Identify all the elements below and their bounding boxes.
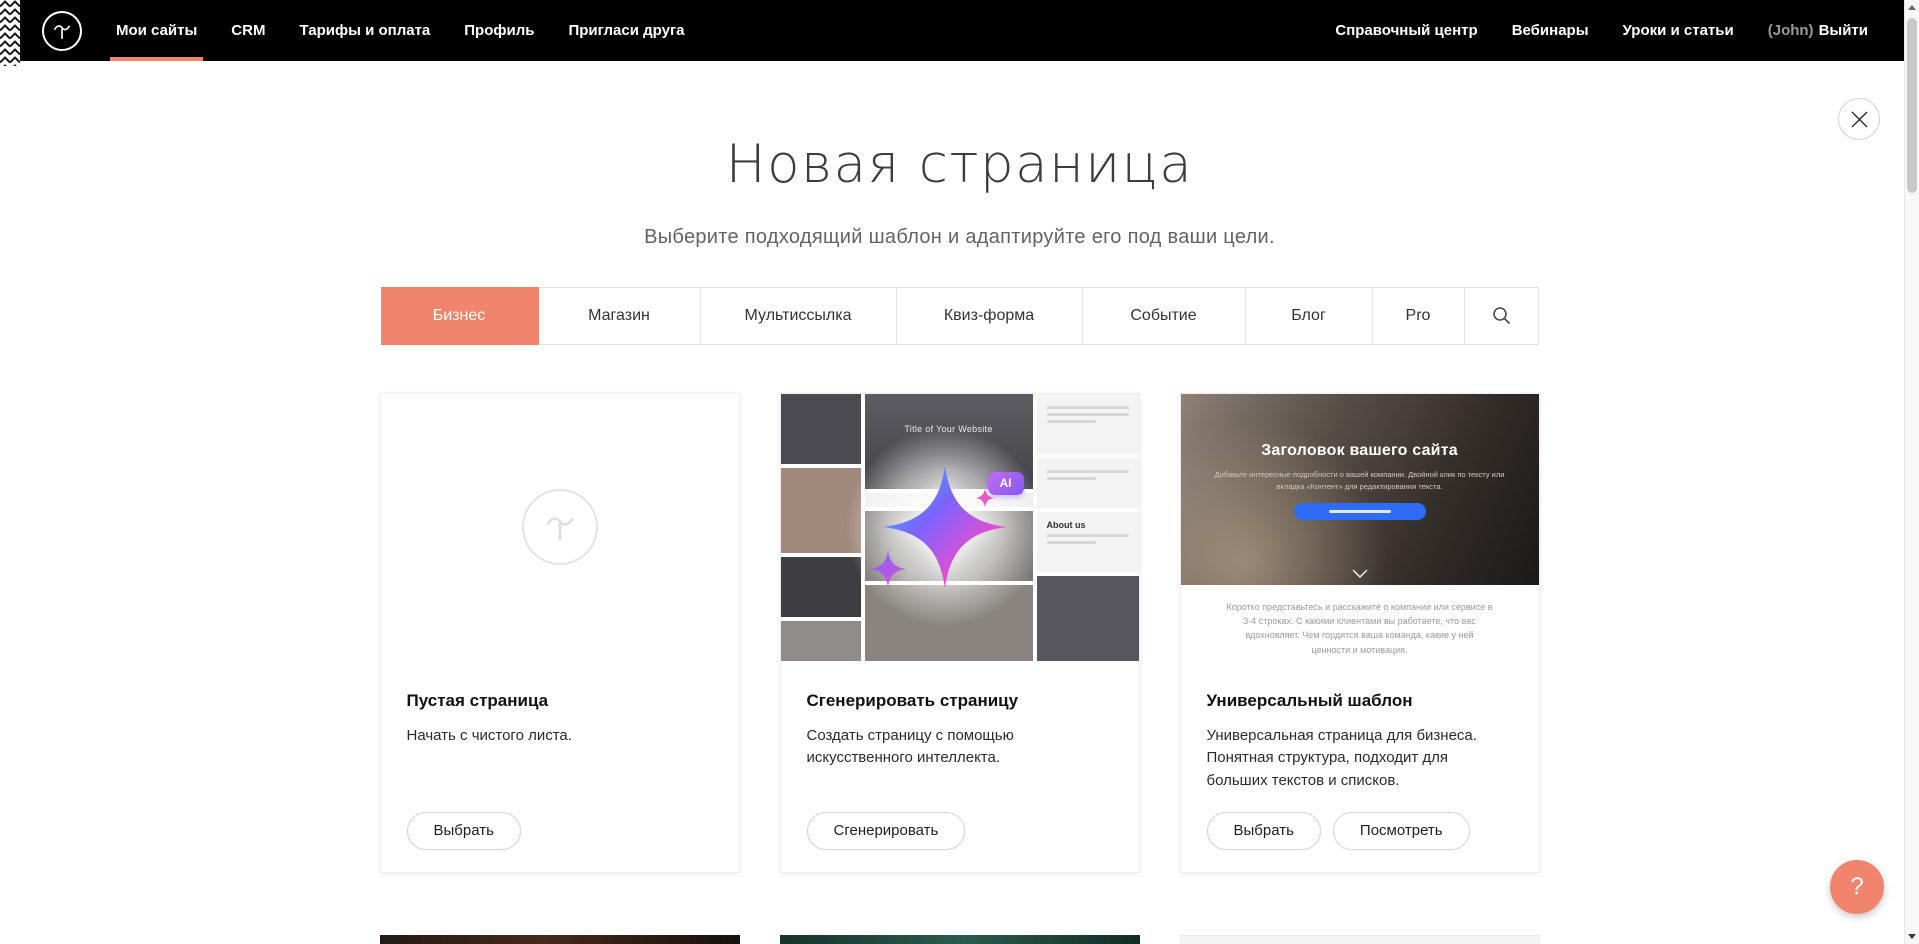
scrollbar-thumb[interactable]: [1907, 18, 1917, 193]
menu-lessons[interactable]: Уроки и статьи: [1623, 0, 1734, 61]
template-hero-heading: Заголовок вашего сайта: [1261, 442, 1458, 460]
tilda-watermark-glyph: [538, 505, 582, 549]
search-tab[interactable]: [1465, 288, 1538, 344]
tab-business[interactable]: Бизнес: [381, 287, 539, 345]
template-card-partial[interactable]: [1180, 935, 1540, 944]
template-cards-row: Пустая страница Начать с чистого листа. …: [380, 393, 1540, 873]
tilda-logo-icon: [49, 18, 75, 44]
select-blank-button[interactable]: Выбрать: [407, 812, 521, 850]
collage-column: About us: [1037, 394, 1139, 661]
tab-multilink[interactable]: Мультиссылка: [701, 288, 897, 344]
tab-quiz-form[interactable]: Квиз-форма: [897, 288, 1083, 344]
menu-help-center[interactable]: Справочный центр: [1335, 0, 1477, 61]
close-button[interactable]: [1838, 98, 1880, 140]
generate-button[interactable]: Сгенерировать: [807, 812, 966, 850]
card-title: Пустая страница: [407, 691, 713, 711]
template-thumb: [1037, 576, 1139, 661]
scrollbar[interactable]: [1904, 0, 1919, 944]
template-category-tabs: Бизнес Магазин Мультиссылка Квиз-форма С…: [381, 287, 1539, 345]
zigzag-pattern-icon: [0, 0, 20, 66]
preview-universal-button[interactable]: Посмотреть: [1333, 812, 1470, 850]
card-actions: Сгенерировать: [807, 812, 1113, 850]
menu-my-sites[interactable]: Мои сайты: [116, 0, 197, 61]
tab-event[interactable]: Событие: [1083, 288, 1246, 344]
logout-label: Выйти: [1819, 22, 1868, 39]
menu-crm[interactable]: CRM: [231, 0, 265, 61]
thumb-about-text: About us: [1047, 520, 1129, 530]
blank-page-preview: [381, 394, 739, 661]
universal-template-preview: Заголовок вашего сайта Добавьте интересн…: [1181, 394, 1539, 661]
zigzag-decoration: [0, 0, 20, 66]
help-button[interactable]: ?: [1830, 860, 1884, 914]
card-description: Создать страницу с помощью искусственног…: [807, 725, 1113, 770]
template-hero: Заголовок вашего сайта Добавьте интересн…: [1181, 394, 1539, 585]
template-thumb: [781, 621, 861, 661]
template-body: Коротко представьтесь и расскажите о ком…: [1181, 585, 1539, 658]
page-title: Новая страница: [0, 137, 1919, 193]
tilda-logo[interactable]: [42, 11, 82, 51]
menu-invite-friend[interactable]: Пригласи друга: [568, 0, 684, 61]
template-hero-subtext: Добавьте интересные подробности о вашей …: [1209, 469, 1510, 493]
ai-badge: AI: [988, 472, 1024, 495]
card-description: Универсальная страница для бизнеса. Поня…: [1207, 725, 1513, 793]
template-card-partial[interactable]: [380, 935, 740, 944]
card-ai-generate: Title of Your Website: [780, 393, 1140, 873]
template-cta-button: [1294, 503, 1426, 520]
new-page-modal: Новая страница Выберите подходящий шабло…: [0, 0, 1919, 944]
tilda-watermark-icon: [522, 489, 598, 565]
tab-pro[interactable]: Pro: [1373, 288, 1465, 344]
card-body: Пустая страница Начать с чистого листа. …: [381, 661, 739, 872]
template-cards-row-2: [380, 935, 1540, 944]
card-description: Начать с чистого листа.: [407, 725, 713, 748]
card-actions: Выбрать: [407, 812, 713, 850]
secondary-menu: Справочный центр Вебинары Уроки и статьи…: [1335, 0, 1904, 61]
page-subtitle: Выберите подходящий шаблон и адаптируйте…: [0, 226, 1919, 249]
card-title: Сгенерировать страницу: [807, 691, 1113, 711]
template-thumb: [1037, 458, 1139, 508]
topbar: Мои сайты CRM Тарифы и оплата Профиль Пр…: [20, 0, 1904, 61]
template-thumb: [1037, 394, 1139, 454]
main-menu: Мои сайты CRM Тарифы и оплата Профиль Пр…: [116, 0, 685, 61]
card-blank-page: Пустая страница Начать с чистого листа. …: [380, 393, 740, 873]
app-window: Мои сайты CRM Тарифы и оплата Профиль Пр…: [0, 0, 1919, 944]
search-icon: [1492, 306, 1511, 325]
card-actions: Выбрать Посмотреть: [1207, 812, 1513, 850]
select-universal-button[interactable]: Выбрать: [1207, 812, 1321, 850]
template-card-partial[interactable]: [780, 935, 1140, 944]
menu-profile[interactable]: Профиль: [464, 0, 534, 61]
card-universal-template: Заголовок вашего сайта Добавьте интересн…: [1180, 393, 1540, 873]
tab-blog[interactable]: Блог: [1246, 288, 1373, 344]
user-name: (John): [1768, 22, 1814, 39]
template-body-text: Коротко представьтесь и расскажите о ком…: [1227, 600, 1493, 658]
template-thumb: About us: [1037, 512, 1139, 572]
template-thumb: [781, 394, 861, 464]
chevron-down-icon: [1352, 569, 1368, 578]
card-body: Универсальный шаблон Универсальная стран…: [1181, 661, 1539, 872]
ai-preview: Title of Your Website: [781, 394, 1139, 661]
menu-logout[interactable]: (John) Выйти: [1768, 0, 1868, 61]
card-body: Сгенерировать страницу Создать страницу …: [781, 661, 1139, 872]
template-thumb: [781, 557, 861, 617]
tab-shop[interactable]: Магазин: [539, 288, 701, 344]
close-icon: [1851, 111, 1868, 128]
menu-webinars[interactable]: Вебинары: [1512, 0, 1589, 61]
scroll-up-arrow[interactable]: [1905, 0, 1919, 15]
card-title: Универсальный шаблон: [1207, 691, 1513, 711]
scroll-down-arrow[interactable]: [1905, 929, 1919, 944]
menu-tariffs[interactable]: Тарифы и оплата: [299, 0, 430, 61]
